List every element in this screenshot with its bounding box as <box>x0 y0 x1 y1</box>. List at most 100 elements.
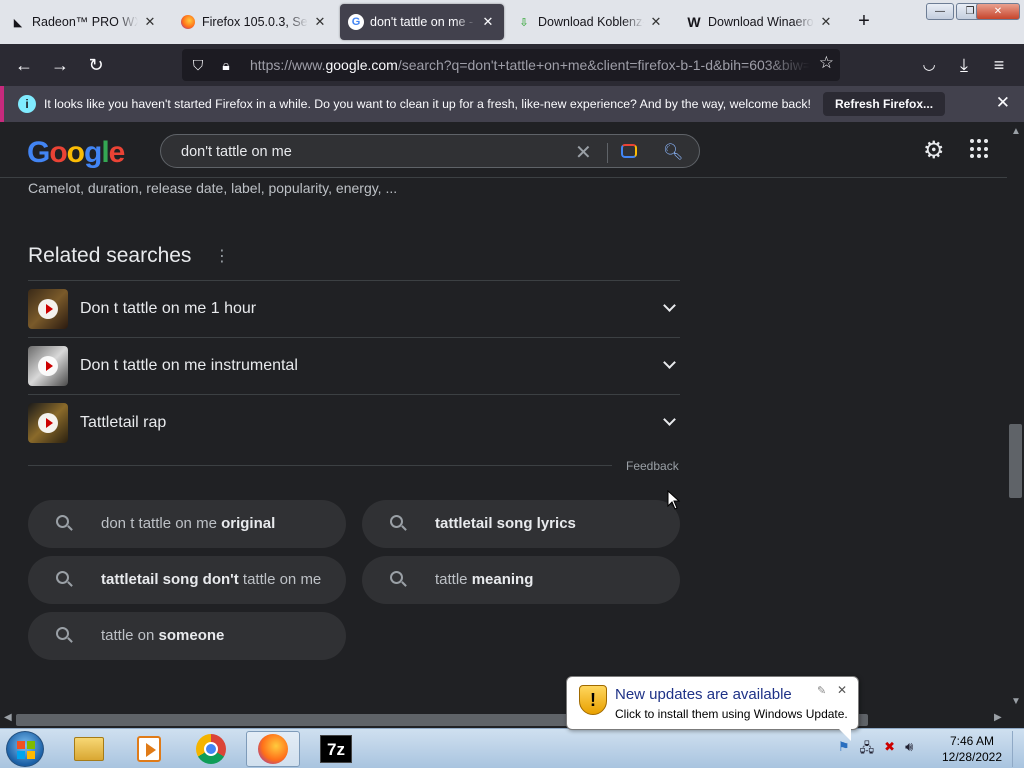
tab-koblenz[interactable]: ⇩ Download Koblenz-S ✕ <box>508 4 672 40</box>
bookmark-star-icon[interactable]: ☆ <box>819 53 834 73</box>
scroll-up-icon[interactable]: ▲ <box>1011 126 1021 137</box>
volume-icon[interactable]: 🔊︎ <box>905 739 913 761</box>
search-icon <box>390 571 403 584</box>
play-icon <box>38 413 58 433</box>
navigation-bar: ← → ↻ ⛉ 🔒︎ https://www.google.com/search… <box>0 44 1024 86</box>
scrollbar-thumb[interactable] <box>1009 424 1022 498</box>
refresh-firefox-button[interactable]: Refresh Firefox... <box>823 92 946 116</box>
related-search-pill[interactable]: don t tattle on me original <box>28 500 346 548</box>
pin-icon[interactable]: ✎ <box>817 684 826 697</box>
related-video-item[interactable]: Don t tattle on me 1 hour <box>28 280 680 337</box>
close-tab-icon[interactable]: ✕ <box>818 14 834 30</box>
balloon-title: New updates are available <box>615 686 792 703</box>
action-center-icon[interactable]: ✖ <box>884 739 895 761</box>
download-icon: ⇩ <box>519 16 529 29</box>
more-options-icon[interactable]: ⋮ <box>214 246 230 266</box>
close-tab-icon[interactable]: ✕ <box>480 14 496 30</box>
windows-update-balloon[interactable]: ! New updates are available Click to ins… <box>566 676 859 741</box>
window-close-button[interactable]: ✕ <box>976 3 1020 20</box>
clear-search-icon[interactable]: ✕ <box>575 140 592 165</box>
folder-icon <box>74 737 104 761</box>
vertical-scrollbar[interactable]: ▲ ▼ <box>1007 122 1024 712</box>
search-icon <box>56 571 69 584</box>
video-thumbnail <box>28 346 68 386</box>
system-tray: ⚑ 🖧︎ ✖ 🔊︎ <box>838 739 913 761</box>
chrome-icon <box>196 734 226 764</box>
tab-radeon[interactable]: ◣ Radeon™ PRO WX ✕ <box>2 4 166 40</box>
search-divider <box>607 143 608 163</box>
tab-google-search[interactable]: G don't tattle on me - G ✕ <box>340 4 504 40</box>
scroll-down-icon[interactable]: ▼ <box>1011 696 1021 707</box>
related-search-pill[interactable]: tattletail song don't tattle on me <box>28 556 346 604</box>
related-search-pill[interactable]: tattle meaning <box>362 556 680 604</box>
chevron-down-icon[interactable] <box>663 413 676 426</box>
network-icon[interactable]: 🖧︎ <box>860 739 875 761</box>
url-bar[interactable]: ⛉ 🔒︎ https://www.google.com/search?q=don… <box>182 49 840 81</box>
taskbar-explorer[interactable] <box>62 731 116 767</box>
taskbar-media-player[interactable] <box>122 731 176 767</box>
tab-strip: ◣ Radeon™ PRO WX ✕ Firefox 105.0.3, See … <box>0 0 1024 44</box>
lock-icon[interactable]: 🔒︎ <box>216 57 236 74</box>
related-video-item[interactable]: Tattletail rap <box>28 394 680 451</box>
show-desktop-button[interactable] <box>1012 731 1022 767</box>
mouse-cursor-icon <box>667 490 681 510</box>
url-text[interactable]: https://www.google.com/search?q=don't+ta… <box>250 57 810 73</box>
menu-icon[interactable]: ≡ <box>986 52 1012 78</box>
close-notification-icon[interactable]: ✕ <box>996 93 1010 113</box>
update-shield-icon[interactable]: ⚑ <box>838 739 850 761</box>
minimize-button[interactable]: — <box>926 3 954 20</box>
search-input[interactable] <box>181 142 561 162</box>
google-apps-icon[interactable] <box>970 139 990 159</box>
amd-icon: ◣ <box>13 16 23 29</box>
close-tab-icon[interactable]: ✕ <box>142 14 158 30</box>
chevron-down-icon[interactable] <box>663 356 676 369</box>
balloon-close-icon[interactable]: ✕ <box>837 683 847 697</box>
result-snippet: Camelot, duration, release date, label, … <box>28 180 398 196</box>
lens-camera-icon[interactable] <box>621 144 637 158</box>
related-video-list: Don t tattle on me 1 hour Don t tattle o… <box>28 280 680 451</box>
settings-gear-icon[interactable]: ⚙ <box>923 136 945 165</box>
new-tab-button[interactable]: + <box>852 10 876 34</box>
google-logo[interactable]: Google <box>27 136 125 170</box>
windows-taskbar: 7z ⚑ 🖧︎ ✖ 🔊︎ 7:46 AM 12/28/2022 <box>0 728 1024 768</box>
related-search-pill[interactable]: tattletail song lyrics <box>362 500 680 548</box>
search-box: ✕ 🔍︎ <box>160 134 700 168</box>
reload-button[interactable]: ↻ <box>83 52 109 78</box>
tab-firefox-notes[interactable]: Firefox 105.0.3, See ✕ <box>172 4 336 40</box>
google-header: Google ✕ 🔍︎ ⚙ <box>0 122 1007 178</box>
forward-button[interactable]: → <box>47 52 73 78</box>
search-icon[interactable]: 🔍︎ <box>663 142 683 162</box>
chevron-down-icon[interactable] <box>663 299 676 312</box>
taskbar-firefox[interactable] <box>246 731 300 767</box>
search-icon <box>390 515 403 528</box>
google-icon: G <box>348 14 364 30</box>
start-button[interactable] <box>6 731 44 767</box>
search-icon <box>56 515 69 528</box>
refresh-notification-bar: i It looks like you haven't started Fire… <box>0 86 1024 122</box>
winaero-icon: W <box>687 14 701 30</box>
windows-logo-icon <box>17 741 35 759</box>
tab-winaero[interactable]: W Download Winaero T ✕ <box>678 4 842 40</box>
scroll-right-icon[interactable]: ▶ <box>994 712 1002 723</box>
taskbar-clock[interactable]: 7:46 AM 12/28/2022 <box>940 733 1004 765</box>
firefox-icon <box>258 734 288 764</box>
firefox-icon <box>180 14 196 30</box>
notification-message: It looks like you haven't started Firefo… <box>44 97 811 111</box>
downloads-icon[interactable]: ⤓ <box>951 52 977 78</box>
close-tab-icon[interactable]: ✕ <box>648 14 664 30</box>
pocket-icon[interactable]: ◡ <box>916 52 942 78</box>
close-tab-icon[interactable]: ✕ <box>312 14 328 30</box>
related-search-pill[interactable]: tattle on someone <box>28 612 346 660</box>
horizontal-scrollbar[interactable]: ◀ ▶ <box>0 712 1024 728</box>
play-icon <box>38 299 58 319</box>
back-button[interactable]: ← <box>11 52 37 78</box>
shield-icon[interactable]: ⛉ <box>188 57 208 74</box>
related-video-item[interactable]: Don t tattle on me instrumental <box>28 337 680 394</box>
taskbar-7zip[interactable]: 7z <box>309 731 363 767</box>
scroll-left-icon[interactable]: ◀ <box>4 712 12 723</box>
google-results-page: Google ✕ 🔍︎ ⚙ Camelot, duration, release… <box>0 122 1007 712</box>
feedback-link[interactable]: Feedback <box>626 459 679 473</box>
video-thumbnail <box>28 403 68 443</box>
taskbar-chrome[interactable] <box>184 731 238 767</box>
video-thumbnail <box>28 289 68 329</box>
